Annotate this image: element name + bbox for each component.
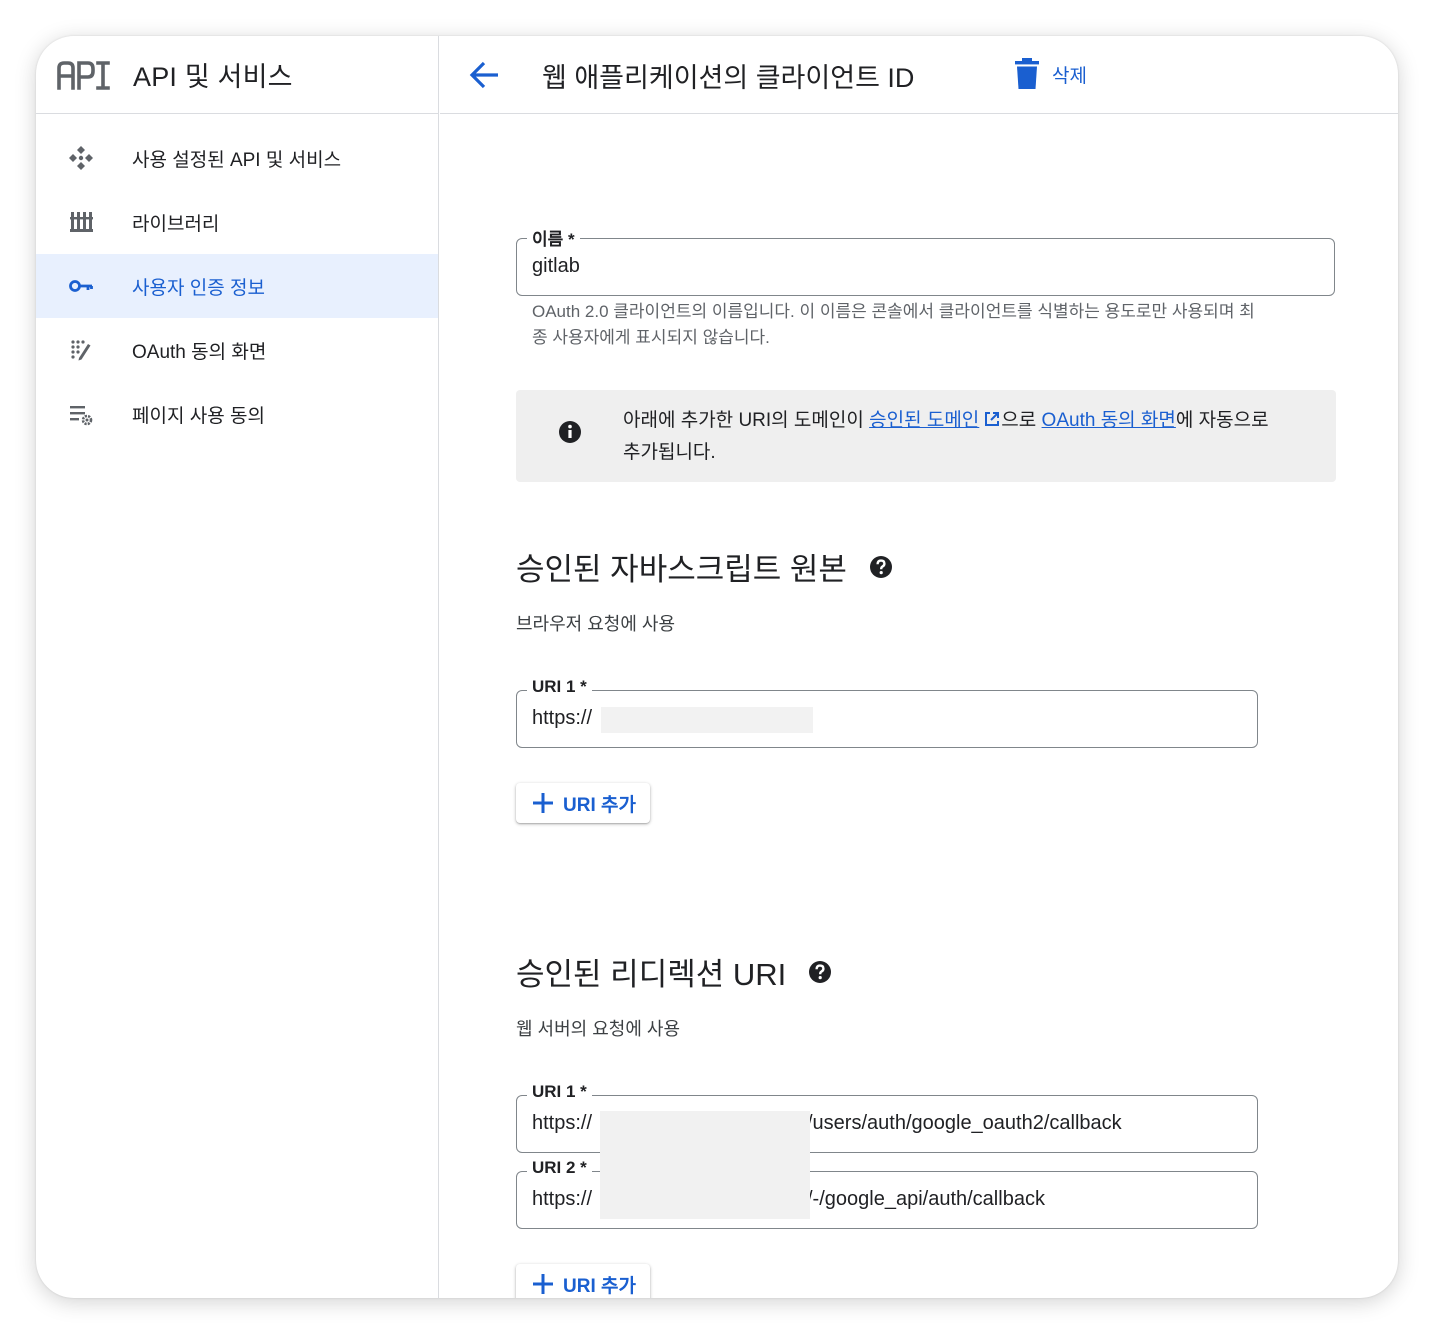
uri-field-value: https://	[532, 1112, 593, 1134]
info-icon	[559, 421, 581, 443]
add-js-origin-uri-button[interactable]: URI 추가	[516, 783, 650, 823]
help-icon[interactable]	[869, 555, 893, 579]
name-field[interactable]: 이름 * gitlab	[516, 225, 1335, 296]
info-text-part: 아래에 추가한 URI의 도메인이	[623, 410, 870, 431]
redirect-uris-subtitle: 웹 서버의 요청에 사용	[516, 1019, 681, 1039]
delete-button[interactable]: 삭제	[1014, 56, 1087, 92]
info-text-part: 에 자동으로	[1175, 410, 1269, 431]
page-title: 웹 애플리케이션의 클라이언트 ID	[542, 63, 915, 93]
main-panel: 웹 애플리케이션의 클라이언트 ID 삭제 이름 * gitlab OAuth …	[440, 36, 1398, 1298]
js-origins-title: 승인된 자바스크립트 원본	[516, 544, 893, 589]
js-origins-subtitle: 브라우저 요청에 사용	[516, 614, 676, 634]
open-in-new-icon	[985, 412, 1000, 426]
sidebar-item-label: 라이브러리	[132, 213, 220, 235]
page-header: 웹 애플리케이션의 클라이언트 ID 삭제	[440, 36, 1398, 114]
sidebar-item-label: OAuth 동의 화면	[132, 341, 267, 363]
js-origins-title-text: 승인된 자바스크립트 원본	[516, 552, 847, 587]
trash-icon	[1015, 58, 1039, 89]
name-field-value: gitlab	[532, 255, 580, 277]
info-text-part: 으로	[1001, 410, 1042, 431]
name-helper-text: OAuth 2.0 클라이언트의 이름입니다. 이 이름은 콘솔에서 클라이언트…	[532, 299, 1332, 351]
add-redirect-uri-button[interactable]: URI 추가	[516, 1264, 650, 1298]
add-uri-label: URI 추가	[563, 1275, 636, 1297]
redacted-area	[601, 707, 813, 733]
info-banner: 아래에 추가한 URI의 도메인이 승인된 도메인 으로 OAuth 동의 화면에…	[516, 390, 1336, 482]
oauth-consent-link[interactable]: OAuth 동의 화면	[1042, 410, 1176, 431]
delete-label: 삭제	[1052, 65, 1087, 87]
uri-field-value-suffix: /-/google_api/auth/callback	[807, 1188, 1045, 1210]
api-logo-icon	[57, 60, 110, 90]
info-text-part: 추가됩니다.	[623, 442, 716, 463]
sidebar-item-enabled-apis[interactable]: 사용 설정된 API 및 서비스	[36, 126, 438, 190]
sidebar-item-label: 사용자 인증 정보	[132, 277, 265, 299]
redacted-area	[600, 1111, 810, 1219]
uri-field-label: URI 2 *	[527, 1158, 592, 1178]
uri-field-value-suffix: /users/auth/google_oauth2/callback	[807, 1112, 1122, 1134]
name-field-label: 이름 *	[527, 225, 580, 250]
uri-field-value: https://	[532, 1188, 593, 1210]
uri-field-label: URI 1 *	[527, 677, 592, 697]
library-icon	[67, 208, 95, 236]
sidebar-title: API 및 서비스	[133, 62, 293, 92]
sidebar-item-label: 사용 설정된 API 및 서비스	[132, 149, 342, 171]
sidebar-header: API 및 서비스	[36, 36, 438, 114]
redirect-uris-title: 승인된 리디렉션 URI	[516, 949, 832, 994]
sidebar-item-label: 페이지 사용 동의	[132, 405, 265, 427]
app-window: API 및 서비스 사용 설정된 API 및 서비스 라이브러리 사용자 인증 …	[36, 36, 1398, 1298]
redirect-uris-title-text: 승인된 리디렉션 URI	[516, 957, 787, 992]
uri-field-label: URI 1 *	[527, 1082, 592, 1102]
plus-icon	[533, 793, 553, 813]
enabled-apis-icon	[67, 144, 95, 172]
help-icon[interactable]	[808, 960, 832, 984]
info-text: 아래에 추가한 URI의 도메인이 승인된 도메인 으로 OAuth 동의 화면에…	[623, 405, 1313, 469]
js-origin-uri-1-field[interactable]: URI 1 * https://	[516, 677, 1258, 748]
name-helper-line: OAuth 2.0 클라이언트의 이름입니다. 이 이름은 콘솔에서 클라이언트…	[532, 302, 1255, 321]
authorized-domains-link[interactable]: 승인된 도메인	[869, 410, 979, 431]
sidebar-item-page-usage[interactable]: 페이지 사용 동의	[36, 382, 438, 446]
add-uri-label: URI 추가	[563, 794, 636, 816]
oauth-consent-icon	[67, 336, 95, 364]
name-helper-line: 종 사용자에게 표시되지 않습니다.	[532, 328, 770, 347]
sidebar-item-library[interactable]: 라이브러리	[36, 190, 438, 254]
sidebar-nav: 사용 설정된 API 및 서비스 라이브러리 사용자 인증 정보 OAuth 동…	[36, 126, 438, 446]
page-usage-settings-icon	[67, 400, 95, 428]
back-arrow-icon[interactable]	[468, 58, 502, 92]
key-icon	[67, 272, 95, 300]
plus-icon	[533, 1274, 553, 1294]
uri-field-value: https://	[532, 707, 593, 729]
sidebar-item-credentials[interactable]: 사용자 인증 정보	[36, 254, 438, 318]
sidebar: API 및 서비스 사용 설정된 API 및 서비스 라이브러리 사용자 인증 …	[36, 36, 439, 1298]
sidebar-item-oauth-consent[interactable]: OAuth 동의 화면	[36, 318, 438, 382]
